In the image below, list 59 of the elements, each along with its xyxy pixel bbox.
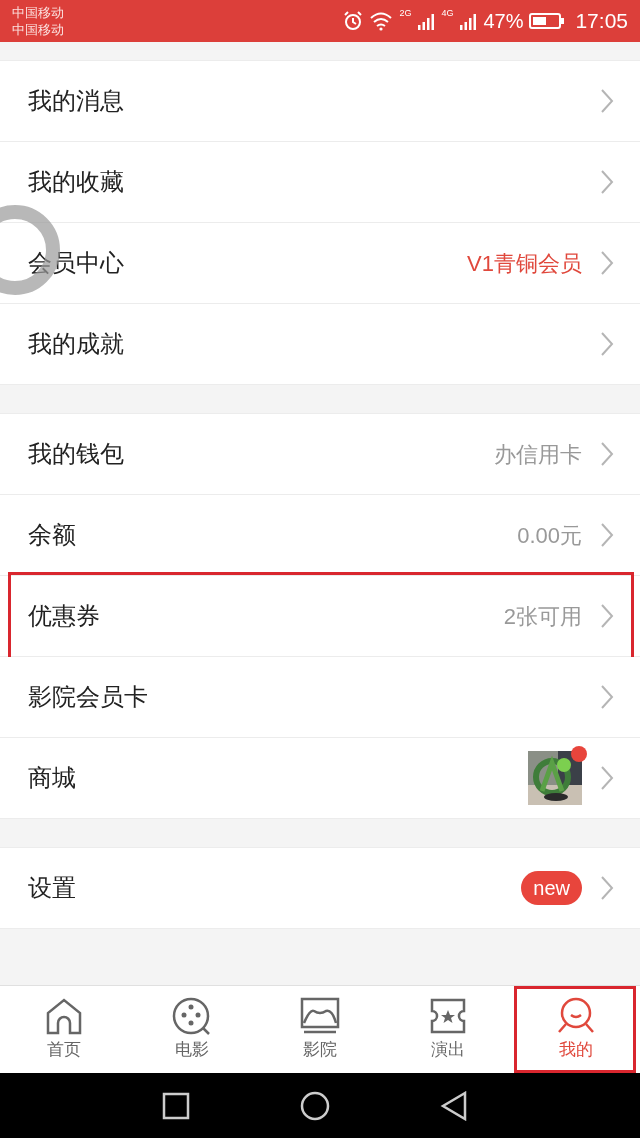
ticket-icon (428, 996, 468, 1035)
signal-icon (417, 12, 436, 30)
menu-row[interactable]: 我的消息 (0, 61, 640, 142)
chevron-right-icon (600, 875, 614, 901)
menu-row[interactable]: 设置 new (0, 848, 640, 929)
tab-bar-item[interactable]: 演出 (384, 986, 512, 1073)
menu-row[interactable]: 我的收藏 (0, 142, 640, 223)
tab-bar-item[interactable]: 影院 (256, 986, 384, 1073)
battery-icon (529, 12, 566, 30)
chevron-right-icon (600, 603, 614, 629)
network-type: 2G (399, 7, 412, 21)
home-button[interactable] (300, 1090, 330, 1121)
row-label: 商城 (28, 763, 77, 793)
carrier-name: 中国移动 (12, 21, 64, 38)
row-label: 我的收藏 (28, 167, 125, 197)
member-level: V1青铜会员 (467, 249, 582, 278)
tab-bar-item[interactable]: 首页 (0, 986, 128, 1073)
menu-row[interactable]: 余额 0.00元 (0, 495, 640, 576)
chevron-right-icon (600, 331, 614, 357)
menu-row[interactable]: 我的成就 (0, 304, 640, 385)
wifi-icon (369, 11, 394, 31)
row-label: 我的钱包 (28, 439, 125, 469)
back-button[interactable] (440, 1090, 468, 1121)
new-badge: new (521, 871, 582, 905)
menu-row[interactable]: 会员中心 V1青铜会员 (0, 223, 640, 304)
chevron-right-icon (600, 441, 614, 467)
row-label: 我的成就 (28, 329, 125, 359)
row-value: 2张可用 (503, 602, 582, 631)
row-label: 影院会员卡 (28, 682, 149, 712)
chevron-right-icon (600, 88, 614, 114)
chevron-right-icon (600, 169, 614, 195)
menu-row[interactable]: 我的钱包 办信用卡 (0, 414, 640, 495)
menu-row[interactable]: 影院会员卡 (0, 657, 640, 738)
row-value: 办信用卡 (494, 440, 582, 469)
tab-bar-item[interactable]: 我的 (512, 986, 640, 1073)
chevron-right-icon (600, 522, 614, 548)
signal-icon (459, 12, 478, 30)
tab-bar-item[interactable]: 电影 (128, 986, 256, 1073)
carrier-name: 中国移动 (12, 4, 64, 21)
alarm-icon (343, 11, 364, 31)
row-label: 设置 (28, 873, 77, 903)
clock-time: 17:05 (575, 8, 628, 35)
menu-row[interactable]: 优惠券 2张可用 (0, 576, 640, 657)
network-type: 4G (441, 7, 454, 21)
row-label: 我的消息 (28, 86, 125, 116)
film-reel-icon (172, 996, 212, 1035)
chevron-right-icon (600, 684, 614, 710)
row-label: 余额 (28, 520, 77, 550)
home-icon (44, 996, 84, 1035)
chevron-right-icon (600, 765, 614, 791)
smiley-person-icon (556, 996, 596, 1035)
row-value: 0.00元 (517, 521, 582, 550)
battery-percent: 47% (483, 9, 524, 34)
row-label: 优惠券 (28, 601, 101, 631)
row-label: 会员中心 (28, 248, 125, 278)
menu-row[interactable]: 商城 (0, 738, 640, 819)
screen-icon (300, 996, 340, 1035)
recent-apps-button[interactable] (162, 1091, 190, 1120)
chevron-right-icon (600, 250, 614, 276)
